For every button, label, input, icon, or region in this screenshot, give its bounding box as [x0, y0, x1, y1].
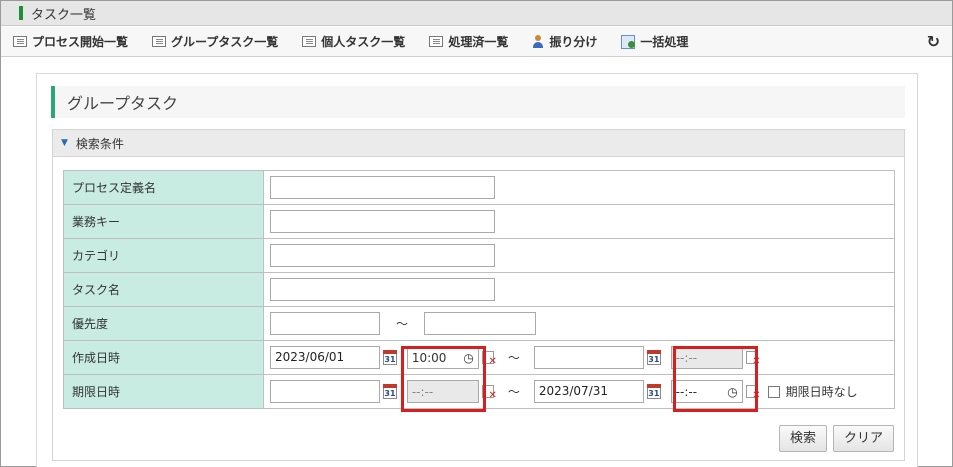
- category-input[interactable]: [270, 244, 495, 267]
- list-icon: [429, 36, 444, 47]
- row-priority: 優先度 ～: [63, 306, 895, 341]
- due-from-time-input[interactable]: --:--: [406, 380, 479, 403]
- row-category: カテゴリ: [63, 238, 895, 273]
- clear-icon[interactable]: [745, 351, 761, 367]
- process-def-input[interactable]: [270, 176, 495, 199]
- toolbar-assign[interactable]: 振り分け: [532, 33, 597, 50]
- toolbar-label: グループタスク一覧: [171, 35, 279, 49]
- created-to-date-input[interactable]: [533, 346, 644, 369]
- no-due-label: 期限日時なし: [785, 385, 858, 399]
- list-icon: [13, 36, 27, 47]
- clear-icon[interactable]: [481, 351, 497, 367]
- list-icon: [152, 36, 167, 47]
- row-process-def: プロセス定義名: [63, 170, 895, 205]
- clock-icon: ◷: [463, 350, 474, 365]
- toolbar-label: 処理済一覧: [448, 35, 509, 49]
- calendar-icon[interactable]: 31: [646, 384, 661, 399]
- label-category: カテゴリ: [63, 238, 264, 273]
- time-value: 10:00: [411, 350, 447, 365]
- field-cell: [263, 204, 895, 239]
- title-mark: [19, 6, 23, 20]
- refresh-icon[interactable]: ↻: [927, 32, 940, 51]
- row-due: 期限日時 31 --:--～2023/07/3131 --:--◷期限日時なし: [63, 374, 895, 409]
- task-name-input[interactable]: [270, 278, 495, 301]
- action-buttons: 検索 クリア: [773, 425, 894, 452]
- clear-icon[interactable]: [745, 385, 761, 401]
- toolbar: プロセス開始一覧 グループタスク一覧 個人タスク一覧 処理済一覧 振り分け 一括…: [1, 27, 952, 57]
- label-task-name: タスク名: [63, 272, 264, 307]
- row-business-key: 業務キー: [63, 204, 895, 239]
- search-button[interactable]: 検索: [778, 425, 827, 452]
- due-to-time-input[interactable]: --:-- ◷: [670, 380, 743, 403]
- toolbar-label: 一括処理: [640, 35, 689, 49]
- label-business-key: 業務キー: [63, 204, 264, 239]
- search-section: ▼ 検索条件 プロセス定義名 業務キー カテゴリ タスク名 優先度 ～ 作成日時…: [52, 129, 905, 461]
- page-title: グループタスク: [51, 86, 905, 118]
- created-from-time-input[interactable]: 10:00 ◷: [406, 346, 479, 369]
- toolbar-label: 振り分け: [549, 35, 598, 49]
- field-cell: [263, 272, 895, 307]
- created-from-date-input[interactable]: 2023/06/01: [270, 346, 380, 369]
- calendar-icon[interactable]: 31: [646, 350, 661, 365]
- no-due-checkbox[interactable]: [767, 385, 780, 398]
- triangle-down-icon: ▼: [61, 138, 68, 148]
- due-to-date-input[interactable]: 2023/07/31: [533, 380, 644, 403]
- toolbar-batch-process[interactable]: 一括処理: [621, 33, 688, 50]
- person-icon: [532, 34, 544, 49]
- range-tilde: ～: [507, 385, 520, 399]
- label-created: 作成日時: [63, 340, 264, 375]
- page-title-accent: [51, 86, 55, 118]
- time-value: --:--: [675, 384, 698, 399]
- toolbar-label: 個人タスク一覧: [321, 35, 406, 49]
- toolbar-group-task-list[interactable]: グループタスク一覧: [152, 33, 278, 50]
- field-cell: 31 --:--～2023/07/3131 --:--◷期限日時なし: [263, 374, 895, 409]
- clock-icon: ◷: [727, 384, 738, 399]
- priority-to-input[interactable]: [424, 312, 537, 335]
- title-bar: タスク一覧: [1, 1, 952, 26]
- main-panel: グループタスク ▼ 検索条件 プロセス定義名 業務キー カテゴリ タスク名 優先…: [36, 73, 918, 467]
- business-key-input[interactable]: [270, 210, 495, 233]
- batch-icon: [621, 34, 636, 49]
- field-cell: 2023/06/0131 10:00◷～31 --:--: [263, 340, 895, 375]
- search-section-label: 検索条件: [75, 136, 124, 151]
- calendar-icon[interactable]: 31: [383, 384, 397, 399]
- priority-from-input[interactable]: [270, 312, 380, 335]
- toolbar-personal-task-list[interactable]: 個人タスク一覧: [302, 33, 405, 50]
- range-tilde: ～: [507, 351, 520, 365]
- label-process-def: プロセス定義名: [63, 170, 264, 205]
- search-form-table: プロセス定義名 業務キー カテゴリ タスク名 優先度 ～ 作成日時 2023/0…: [63, 170, 895, 409]
- time-value: --:--: [675, 350, 698, 365]
- time-value: --:--: [411, 384, 434, 399]
- label-due: 期限日時: [63, 374, 264, 409]
- row-task-name: タスク名: [63, 272, 895, 307]
- list-icon: [302, 36, 317, 47]
- field-cell: ～: [263, 306, 895, 341]
- clear-button[interactable]: クリア: [832, 425, 894, 452]
- clear-icon[interactable]: [481, 385, 497, 401]
- field-cell: [263, 238, 895, 273]
- calendar-icon[interactable]: 31: [383, 350, 397, 365]
- toolbar-label: プロセス開始一覧: [32, 35, 129, 49]
- page-title-text: グループタスク: [67, 94, 179, 113]
- range-tilde: ～: [396, 317, 409, 331]
- toolbar-processed-list[interactable]: 処理済一覧: [429, 33, 508, 50]
- row-created: 作成日時 2023/06/0131 10:00◷～31 --:--: [63, 340, 895, 375]
- window-title: タスク一覧: [31, 7, 97, 23]
- created-to-time-input[interactable]: --:--: [670, 346, 743, 369]
- search-section-toggle[interactable]: ▼ 検索条件: [53, 130, 904, 157]
- label-priority: 優先度: [63, 306, 264, 341]
- toolbar-process-start-list[interactable]: プロセス開始一覧: [13, 33, 128, 50]
- field-cell: [263, 170, 895, 205]
- due-from-date-input[interactable]: [270, 380, 380, 403]
